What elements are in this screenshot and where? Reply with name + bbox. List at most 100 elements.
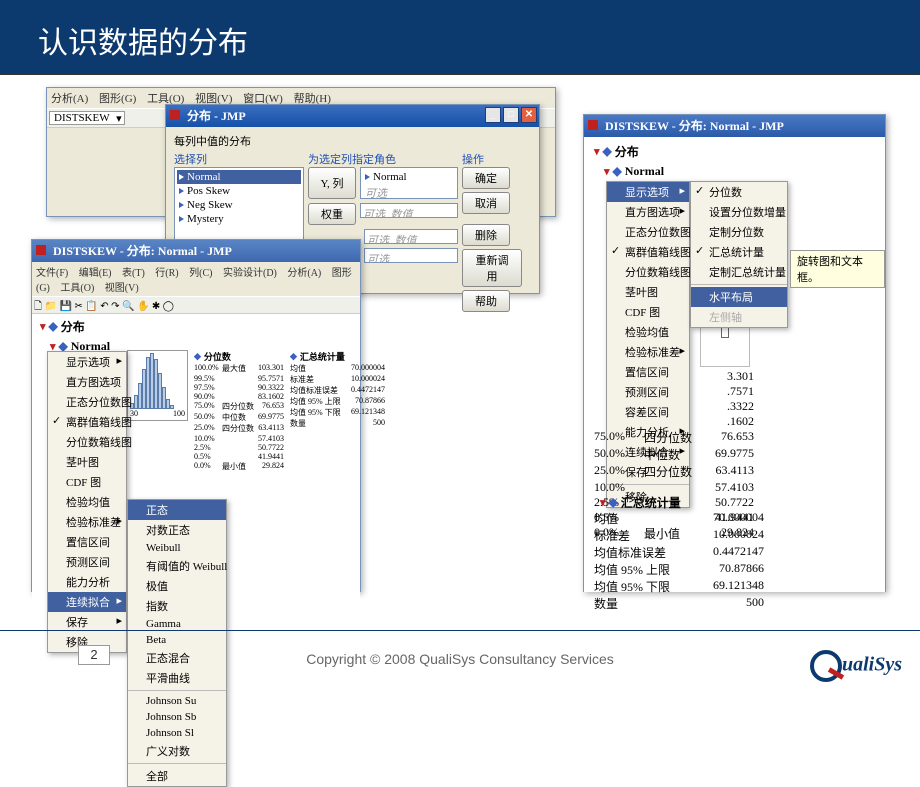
m-row[interactable]: 行(R)	[155, 268, 178, 279]
app3-var[interactable]: Normal	[625, 164, 664, 179]
m-vie[interactable]: 视图(V)	[105, 283, 139, 294]
ctx-display-item[interactable]: 汇总统计量	[691, 242, 787, 262]
ctx-fit-item[interactable]: Johnson Sb	[128, 709, 226, 725]
app3-titlebar[interactable]: DISTSKEW - 分布: Normal - JMP	[584, 115, 885, 137]
footer: 2 Copyright © 2008 QualiSys Consultancy …	[0, 630, 920, 690]
col-pos-skew[interactable]: Pos Skew	[177, 184, 301, 198]
y-role-list[interactable]: Normal 可选	[360, 167, 458, 199]
close-icon[interactable]: ✕	[521, 107, 537, 123]
ctx-item[interactable]: 离群值箱线图	[48, 412, 126, 432]
ctx-item[interactable]: 检验标准差	[48, 512, 126, 532]
m-ana[interactable]: 分析(A)	[287, 268, 321, 279]
cancel-button[interactable]: 取消	[462, 192, 510, 214]
copyright: Copyright © 2008 QualiSys Consultancy Se…	[0, 651, 920, 667]
ctx-fit-item[interactable]: 对数正态	[128, 520, 226, 540]
ctx-fit-item[interactable]: 全部	[128, 766, 226, 786]
ctx-display-item[interactable]: 分位数	[691, 182, 787, 202]
menu-analyze[interactable]: 分析(A)	[51, 93, 88, 105]
logo-q-icon	[810, 650, 842, 682]
ctx-item[interactable]: 保存	[48, 612, 126, 632]
delete-button[interactable]: 删除	[462, 224, 510, 246]
y-column-button[interactable]: Y, 列	[308, 167, 356, 199]
ctx-item[interactable]: 能力分析	[48, 572, 126, 592]
dist-report-window-left: DISTSKEW - 分布: Normal - JMP 文件(F) 编辑(E) …	[31, 239, 361, 592]
ctx-item[interactable]: 检验均值	[607, 322, 689, 342]
ctx-item[interactable]: 直方图选项	[607, 202, 689, 222]
app3-root[interactable]: 分布	[615, 143, 639, 160]
col-mystery[interactable]: Mystery	[177, 212, 301, 226]
col-normal[interactable]: Normal	[177, 170, 301, 184]
logo: ualiSys	[810, 650, 902, 682]
app2-menubar[interactable]: 文件(F) 编辑(E) 表(T) 行(R) 列(C) 实验设计(D) 分析(A)…	[32, 262, 360, 296]
ctx-item[interactable]: 分位数箱线图	[48, 432, 126, 452]
slot-3[interactable]: 可选, 数值	[364, 229, 458, 244]
ctx-horizontal-layout[interactable]: 水平布局	[691, 287, 787, 307]
ctx-display-item[interactable]: 定制汇总统计量	[691, 262, 787, 282]
slide-title: 认识数据的分布	[0, 0, 920, 75]
ctx-item[interactable]: 茎叶图	[48, 452, 126, 472]
ctx-fit-item[interactable]: 指数	[128, 596, 226, 616]
ctx-display-item[interactable]: 设置分位数增量	[691, 202, 787, 222]
dialog-titlebar[interactable]: 分布 - JMP _ □ ✕	[166, 105, 539, 127]
ctx-fit-item[interactable]: Weibull	[128, 540, 226, 556]
app3-title: DISTSKEW - 分布: Normal - JMP	[605, 119, 784, 133]
ctx-item[interactable]: 检验标准差	[607, 342, 689, 362]
action-label: 操作	[462, 151, 522, 167]
ctx-item[interactable]: 正态分位数图	[607, 222, 689, 242]
app2-toolbar[interactable]: 🗋 📁 💾 ✂ 📋 ↶ ↷ 🔍 ✋ ✱ ◯	[32, 296, 360, 314]
ctx-item[interactable]: CDF 图	[48, 472, 126, 492]
ctx-fit-item[interactable]: 有阈值的 Weibull	[128, 556, 226, 576]
summ-head-3[interactable]: 汇总统计量	[621, 494, 681, 511]
ctx-item[interactable]: 检验均值	[48, 492, 126, 512]
slot-4[interactable]: 可选	[364, 248, 458, 263]
app2-titlebar[interactable]: DISTSKEW - 分布: Normal - JMP	[32, 240, 360, 262]
m-doe[interactable]: 实验设计(D)	[223, 268, 277, 279]
recall-button[interactable]: 重新调用	[462, 249, 522, 287]
ctx-item-continuous-fit[interactable]: 连续拟合	[48, 592, 126, 612]
dialog-header: 每列中值的分布	[174, 133, 531, 149]
dataset-combo[interactable]: DISTSKEW▾	[49, 111, 125, 125]
ctx-item[interactable]: 正态分位数图	[48, 392, 126, 412]
menu-graph[interactable]: 图形(G)	[99, 93, 136, 105]
ctx-item[interactable]: 分位数箱线图	[607, 262, 689, 282]
ctx-item[interactable]: 离群值箱线图	[607, 242, 689, 262]
role-label: 为选定列指定角色	[308, 151, 458, 167]
col-neg-skew[interactable]: Neg Skew	[177, 198, 301, 212]
ctx-fit-item[interactable]: 正态	[128, 500, 226, 520]
ctx-item[interactable]: 茎叶图	[607, 282, 689, 302]
ctx-fit-item[interactable]: Johnson Sl	[128, 725, 226, 741]
select-cols-label: 选择列	[174, 151, 304, 167]
dialog-title: 分布 - JMP	[187, 109, 246, 123]
ok-button[interactable]: 确定	[462, 167, 510, 189]
ctx-fit-item[interactable]: Johnson Su	[128, 693, 226, 709]
summ-head[interactable]: 汇总统计量	[300, 350, 345, 363]
ctx-item[interactable]: 置信区间	[48, 532, 126, 552]
tooltip-rotate: 旋转图和文本框。	[790, 250, 885, 288]
columns-list[interactable]: Normal Pos Skew Neg Skew Mystery	[174, 167, 304, 242]
ctx-submenu-display[interactable]: 分位数设置分位数增量定制分位数汇总统计量定制汇总统计量水平布局左侧轴	[690, 181, 788, 328]
ctx-item[interactable]: CDF 图	[607, 302, 689, 322]
app2-root[interactable]: 分布	[61, 318, 85, 335]
dist-report-window-right: DISTSKEW - 分布: Normal - JMP ▾◆分布 ▾◆Norma…	[583, 114, 886, 592]
m-col[interactable]: 列(C)	[189, 268, 212, 279]
minimize-icon[interactable]: _	[485, 107, 501, 123]
ctx-display-item[interactable]: 定制分位数	[691, 222, 787, 242]
maximize-icon[interactable]: □	[503, 107, 519, 123]
app2-title: DISTSKEW - 分布: Normal - JMP	[53, 244, 232, 258]
m-edit[interactable]: 编辑(E)	[79, 268, 112, 279]
help-button[interactable]: 帮助	[462, 290, 510, 312]
ctx-left-axis-disabled: 左侧轴	[691, 307, 787, 327]
m-too[interactable]: 工具(O)	[60, 283, 94, 294]
ctx-menu-var-left[interactable]: 显示选项直方图选项正态分位数图离群值箱线图分位数箱线图茎叶图CDF 图检验均值检…	[47, 351, 127, 653]
quantiles-head[interactable]: 分位数	[204, 350, 231, 363]
ctx-item[interactable]: 预测区间	[48, 552, 126, 572]
weight-slot[interactable]: 可选, 数值	[360, 203, 458, 218]
ctx-item[interactable]: 直方图选项	[48, 372, 126, 392]
weight-button[interactable]: 权重	[308, 203, 356, 225]
m-file[interactable]: 文件(F)	[36, 268, 68, 279]
ctx-display-options[interactable]: 显示选项	[607, 182, 689, 202]
ctx-fit-item[interactable]: 极值	[128, 576, 226, 596]
ctx-fit-item[interactable]: 广义对数	[128, 741, 226, 761]
m-table[interactable]: 表(T)	[122, 268, 145, 279]
ctx-item[interactable]: 显示选项	[48, 352, 126, 372]
